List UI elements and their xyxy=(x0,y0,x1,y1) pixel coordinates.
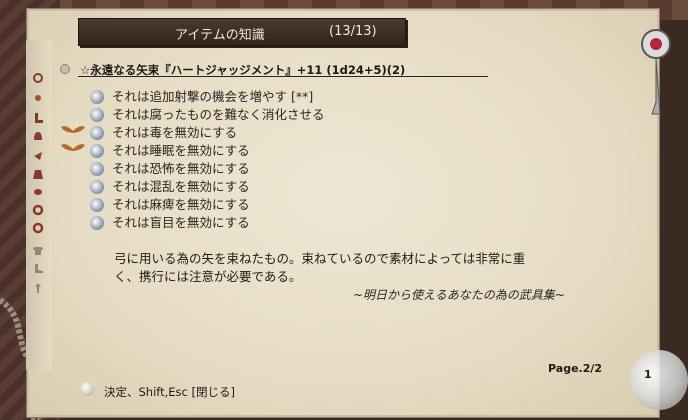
sidebar-ring2-icon[interactable] xyxy=(32,222,44,234)
property-row: それは混乱を無効にする xyxy=(90,176,250,194)
orb-icon xyxy=(90,161,104,176)
sidebar-foot-icon[interactable] xyxy=(32,262,44,274)
property-row: それは追加射撃の機会を増やす [**] xyxy=(90,86,313,104)
sidebar-arrow-icon[interactable] xyxy=(32,282,44,294)
flavor-source: ~明日から使えるあなたの為の武具集~ xyxy=(353,288,565,302)
sidebar-ring-icon[interactable] xyxy=(32,204,44,216)
shell-decoration xyxy=(630,350,688,410)
orb-icon xyxy=(90,179,104,194)
property-row: それは恐怖を無効にする xyxy=(90,158,250,176)
description-line: 弓に用いる為の矢を束ねたもの。束ねているので素材によっては非常に重 xyxy=(114,251,526,266)
property-text: それは麻痺を無効にする xyxy=(112,197,250,212)
item-counter: (13/13) xyxy=(329,24,377,39)
sidebar-glove-icon[interactable] xyxy=(32,186,44,198)
controls-hint: 決定、Shift,Esc [閉じる] xyxy=(104,385,236,399)
orb-icon xyxy=(90,143,104,158)
orb-icon xyxy=(90,107,104,122)
orb-icon xyxy=(90,197,104,212)
sidebar-shirt-icon[interactable] xyxy=(32,244,44,256)
property-text: それは追加射撃の機会を増やす [**] xyxy=(112,89,314,104)
orb-icon xyxy=(90,215,104,230)
orb-icon xyxy=(90,89,104,104)
property-row: それは毒を無効にする xyxy=(90,122,237,140)
bullet-icon xyxy=(60,64,70,74)
sidebar-sun-icon[interactable] xyxy=(32,92,44,104)
header-underline xyxy=(78,76,488,77)
sidebar-hand-icon[interactable] xyxy=(32,150,44,162)
sidebar-boot-icon[interactable] xyxy=(32,112,44,124)
hint-icon xyxy=(80,382,94,396)
property-row: それは盲目を無効にする xyxy=(90,212,250,230)
property-text: それは恐怖を無効にする xyxy=(112,161,250,176)
sidebar-cloak-icon[interactable] xyxy=(32,168,44,180)
property-row: それは麻痺を無効にする xyxy=(90,194,250,212)
sidebar-helmet-icon[interactable] xyxy=(32,130,44,142)
wings-icon xyxy=(61,144,85,151)
sidebar-swirl-icon[interactable] xyxy=(32,72,44,84)
window-title: アイテムの知識 xyxy=(175,28,265,43)
property-row: それは腐ったものを難なく消化させる xyxy=(90,104,325,122)
page-indicator: Page.2/2 xyxy=(548,362,603,375)
property-text: それは毒を無効にする xyxy=(112,125,238,140)
ornament-icon xyxy=(641,29,671,115)
page-extra-number: 1 xyxy=(644,368,652,381)
property-text: それは睡眠を無効にする xyxy=(112,143,250,158)
wings-icon xyxy=(61,126,85,133)
description-line: く、携行には注意が必要である。 xyxy=(114,269,302,284)
window-title-bar: アイテムの知識 (13/13) xyxy=(78,18,406,46)
property-text: それは腐ったものを難なく消化させる xyxy=(112,107,325,122)
orb-icon xyxy=(90,125,104,140)
property-text: それは盲目を無効にする xyxy=(112,215,250,230)
property-row: それは睡眠を無効にする xyxy=(90,140,250,158)
property-text: それは混乱を無効にする xyxy=(112,179,250,194)
